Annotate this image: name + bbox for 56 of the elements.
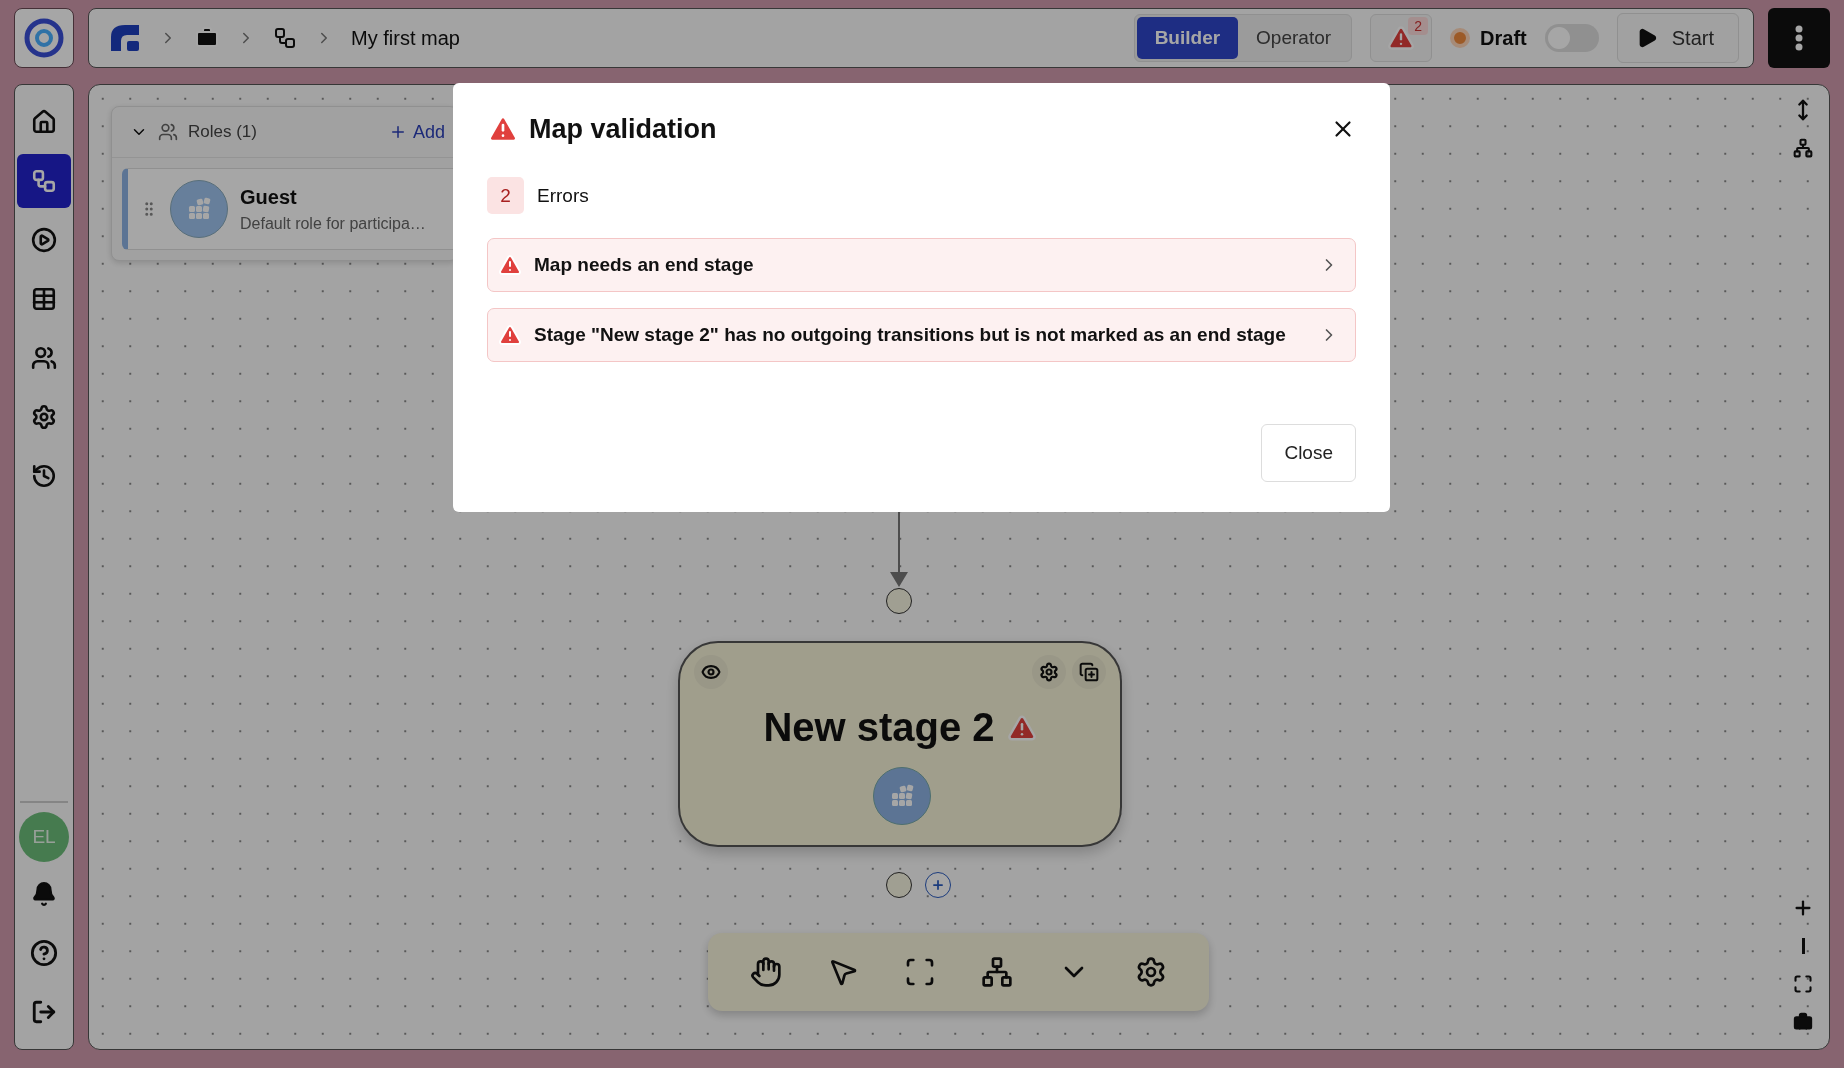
history-icon (31, 463, 57, 489)
logo-icon (24, 18, 64, 58)
eye-icon (701, 662, 721, 682)
preview-button[interactable] (694, 655, 728, 689)
dialog-title: Map validation (529, 113, 717, 145)
users-icon (158, 122, 178, 142)
help-icon (30, 939, 58, 967)
duplicate-button[interactable] (1072, 655, 1106, 689)
workflow-icon[interactable] (273, 26, 297, 50)
error-count-badge: 2 (487, 177, 524, 214)
hierarchy-icon (980, 956, 1013, 988)
settings-icon (31, 404, 57, 430)
start-button[interactable]: Start (1616, 13, 1739, 63)
output-port (886, 872, 912, 898)
users-icon (31, 345, 57, 371)
bell-icon (31, 881, 57, 907)
brand-icon[interactable] (109, 23, 141, 53)
hierarchy-icon (1793, 138, 1813, 158)
mode-tab[interactable]: Operator (1238, 17, 1350, 59)
menu-button[interactable] (1768, 8, 1830, 68)
workflow-icon (31, 168, 57, 194)
logout-icon (31, 999, 57, 1025)
sidebar-item[interactable] (17, 154, 71, 208)
mode-tab[interactable]: Builder (1136, 17, 1239, 59)
warning-icon (498, 323, 522, 347)
errors-label: Errors (537, 184, 589, 207)
play-icon (31, 227, 57, 253)
stage-title: New stage 2 (763, 705, 995, 750)
home-icon (31, 109, 57, 135)
settings-button[interactable] (1032, 655, 1066, 689)
role-name: Guest (240, 185, 298, 209)
add-transition-button[interactable] (925, 872, 951, 898)
hand-icon (750, 956, 783, 988)
status-dot (1450, 28, 1471, 48)
settings-icon (1039, 662, 1059, 682)
minus-icon (1801, 938, 1805, 954)
warning-icon (498, 253, 522, 277)
more-icon (1795, 25, 1803, 51)
blocks-icon (889, 783, 915, 809)
roles-title: Roles (1) (188, 122, 257, 142)
status-label: Draft (1480, 26, 1527, 50)
copy-icon (1079, 662, 1099, 682)
error-item[interactable]: Map needs an end stage (487, 238, 1356, 292)
alert-count-badge: 2 (1408, 17, 1429, 35)
blocks-icon (186, 196, 212, 222)
plus-icon (931, 878, 945, 892)
table-icon (31, 286, 57, 312)
fullscreen-icon (1793, 974, 1813, 994)
add-role-button[interactable]: Add (388, 121, 445, 143)
breadcrumb-title: My first map (351, 26, 460, 50)
input-port (886, 588, 912, 614)
warning-icon (1387, 24, 1416, 52)
role-description: Default role for participa… (240, 214, 426, 233)
dialog-close-button[interactable]: Close (1261, 424, 1356, 482)
stage-node[interactable]: New stage 2 (678, 641, 1122, 847)
error-item[interactable]: Stage "New stage 2" has no outgoing transitions but is not marked as an end stage (487, 308, 1356, 362)
